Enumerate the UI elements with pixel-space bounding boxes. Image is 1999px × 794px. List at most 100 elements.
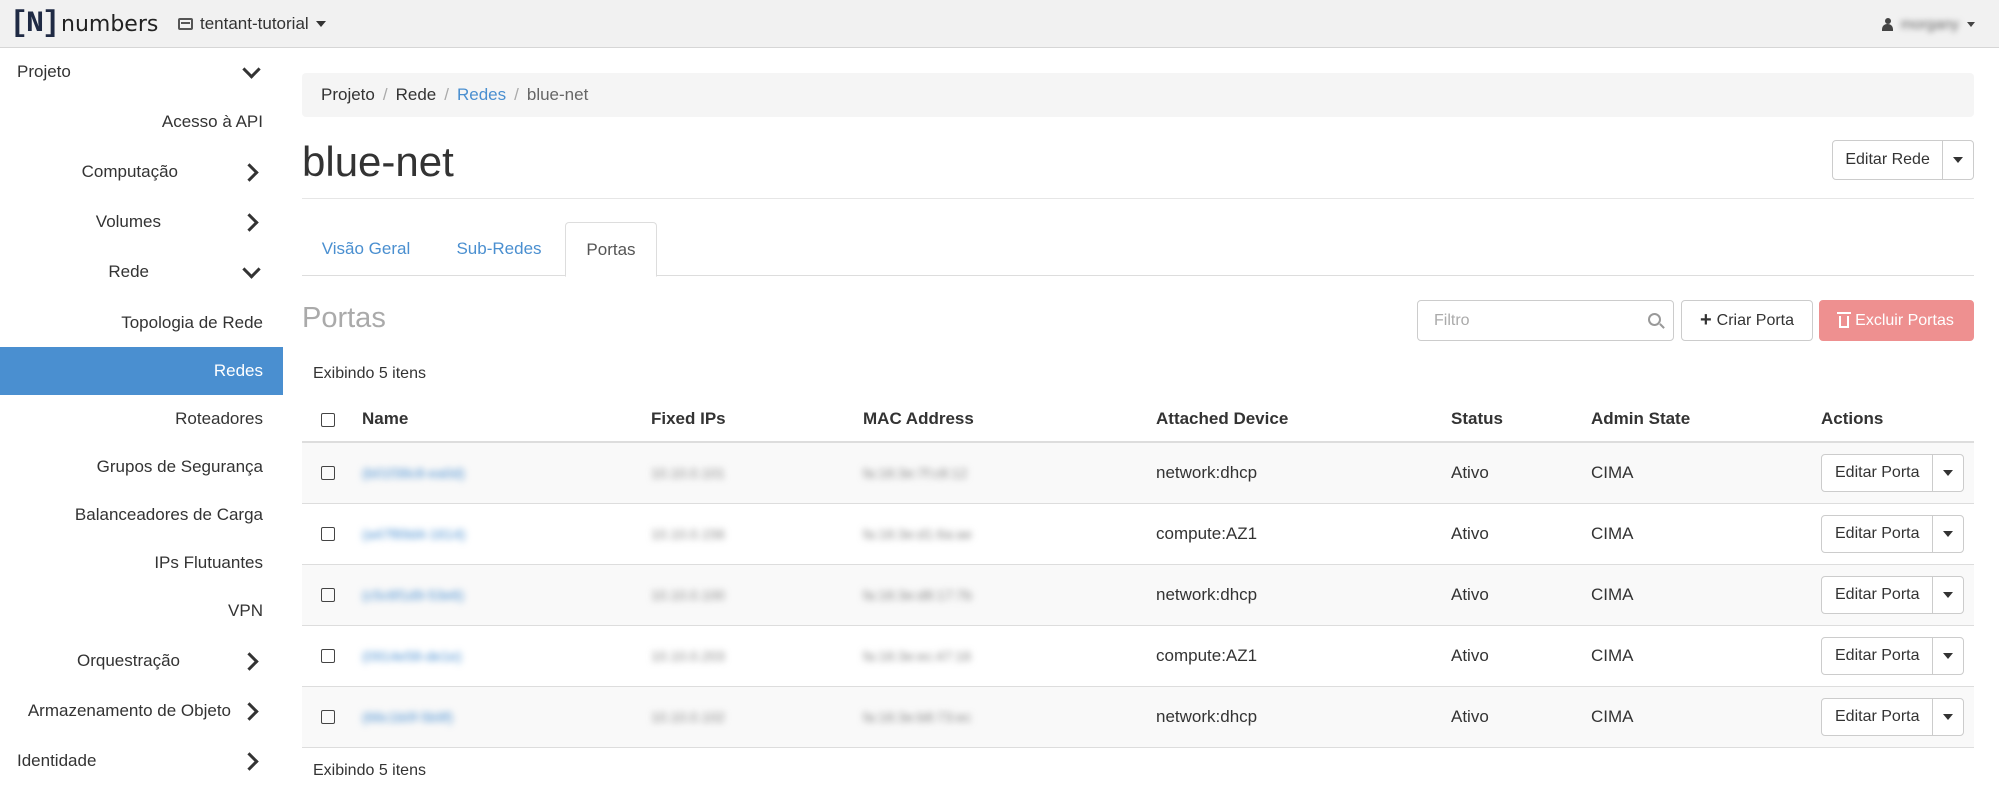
row-checkbox[interactable] (321, 527, 335, 542)
port-name-link[interactable]: (b01f38c8-ea0d) (362, 465, 465, 481)
caret-down-icon (1943, 469, 1954, 476)
column-header-device[interactable]: Attached Device (1156, 397, 1451, 443)
status: Ativo (1451, 503, 1591, 565)
row-actions-dropdown-toggle[interactable] (1933, 638, 1963, 674)
sidebar-item-rede[interactable]: Rede (0, 248, 283, 296)
delete-ports-button[interactable]: Excluir Portas (1819, 300, 1974, 341)
mac-address: fa:16:3e:7f:c8:12 (863, 464, 968, 481)
admin-state: CIMA (1591, 442, 1821, 504)
column-header-mac[interactable]: MAC Address (863, 397, 1156, 443)
create-port-button[interactable]: + Criar Porta (1681, 300, 1813, 341)
item-count-footer: Exibindo 5 itens (313, 762, 426, 779)
column-header-actions: Actions (1821, 397, 1974, 443)
edit-port-button[interactable]: Editar Porta (1822, 698, 1934, 735)
sidebar-item-label: Grupos de Segurança (96, 457, 263, 476)
row-checkbox[interactable] (321, 710, 335, 725)
sidebar-item-projeto[interactable]: Projeto (0, 48, 283, 96)
breadcrumb-redes-link[interactable]: Redes (457, 85, 506, 105)
tab-bar: Visão Geral Sub-Redes Portas (302, 222, 1974, 277)
edit-port-button[interactable]: Editar Porta (1822, 576, 1934, 613)
port-name-link[interactable]: (a47f89d4-1614) (362, 526, 466, 542)
filter-box (1417, 300, 1674, 341)
brand-name: numbers (61, 11, 159, 37)
port-name-link[interactable]: (0914e58-de1e) (362, 648, 462, 664)
column-header-name[interactable]: Name (362, 397, 651, 443)
sidebar-item-orquestracao[interactable]: Orquestração (0, 637, 283, 685)
select-all-checkbox[interactable] (321, 412, 335, 427)
breadcrumb: Projeto / Rede / Redes / blue-net (302, 73, 1974, 117)
user-icon (1881, 17, 1893, 31)
edit-port-button[interactable]: Editar Porta (1822, 515, 1934, 552)
sidebar-item-floating-ips[interactable]: IPs Flutuantes (0, 539, 283, 587)
sidebar-item-label: Projeto (17, 62, 71, 81)
edit-port-button-group: Editar Porta (1821, 514, 1965, 553)
admin-state: CIMA (1591, 686, 1821, 748)
edit-network-dropdown-toggle[interactable] (1943, 141, 1973, 179)
table-header-row: Name Fixed IPs MAC Address Attached Devi… (302, 397, 1974, 443)
edit-port-button-group: Editar Porta (1821, 697, 1965, 736)
row-actions-dropdown-toggle[interactable] (1933, 577, 1963, 613)
sidebar-item-label: Orquestração (77, 651, 180, 670)
sidebar-item-vpn[interactable]: VPN (0, 587, 283, 635)
edit-port-button-group: Editar Porta (1821, 575, 1965, 614)
sidebar-item-roteadores[interactable]: Roteadores (0, 395, 283, 443)
edit-port-button[interactable]: Editar Porta (1822, 454, 1934, 491)
tab-ports[interactable]: Portas (565, 222, 657, 277)
tab-overview[interactable]: Visão Geral (302, 222, 430, 276)
mac-address: fa:16:3e:d8:17:7b (863, 586, 972, 603)
row-actions-dropdown-toggle[interactable] (1933, 455, 1963, 491)
item-count: Exibindo 5 itens (313, 365, 426, 382)
port-name-link[interactable]: (c5c6f1d9-53e6) (362, 587, 464, 603)
sidebar-item-identidade[interactable]: Identidade (0, 737, 283, 785)
chevron-right-icon (241, 701, 261, 721)
chevron-right-icon (241, 651, 261, 671)
sidebar-item-computacao[interactable]: Computação (0, 148, 283, 196)
sidebar-item-api-access[interactable]: Acesso à API (0, 98, 283, 146)
fixed-ip: 10.10.0.156 (651, 525, 725, 542)
caret-down-icon (1943, 713, 1954, 720)
sidebar-item-security-groups[interactable]: Grupos de Segurança (0, 443, 283, 491)
sidebar-item-volumes[interactable]: Volumes (0, 198, 283, 246)
user-name: morgany (1900, 15, 1959, 33)
sidebar-item-load-balancers[interactable]: Balanceadores de Carga (0, 491, 283, 539)
port-name-link[interactable]: (66c1b0f-5b9f) (362, 709, 453, 725)
caret-down-icon (1943, 591, 1954, 598)
sidebar-item-label: Acesso à API (161, 112, 263, 131)
search-icon[interactable] (1648, 313, 1661, 326)
breadcrumb-separator: / (444, 85, 449, 104)
caret-down-icon (1943, 652, 1954, 659)
table-row: (c5c6f1d9-53e6) 10.10.0.100 fa:16:3e:d8:… (302, 564, 1974, 626)
tab-subnets[interactable]: Sub-Redes (438, 222, 560, 276)
row-checkbox[interactable] (321, 649, 335, 664)
row-actions-dropdown-toggle[interactable] (1933, 699, 1963, 735)
project-icon (178, 18, 193, 30)
user-menu[interactable]: morgany (1881, 12, 1975, 36)
sidebar-item-label: Roteadores (175, 409, 263, 428)
column-header-admin-state[interactable]: Admin State (1591, 397, 1821, 443)
row-checkbox[interactable] (321, 466, 335, 481)
table-row: (a47f89d4-1614) 10.10.0.156 fa:16:3e:d1:… (302, 503, 1974, 565)
mac-address: fa:16:3e:ec:47:16 (863, 647, 972, 664)
breadcrumb-current: blue-net (526, 85, 589, 104)
column-header-status[interactable]: Status (1451, 397, 1591, 443)
edit-network-button[interactable]: Editar Rede (1833, 141, 1944, 179)
fixed-ip: 10.10.0.101 (651, 464, 725, 481)
breadcrumb-separator: / (514, 85, 519, 104)
sidebar-item-topologia[interactable]: Topologia de Rede (0, 299, 283, 347)
row-checkbox[interactable] (321, 588, 335, 603)
row-actions-dropdown-toggle[interactable] (1933, 516, 1963, 552)
edit-port-button[interactable]: Editar Porta (1822, 637, 1934, 674)
sidebar-item-redes[interactable]: Redes (0, 347, 283, 395)
sidebar-item-object-storage[interactable]: Armazenamento de Objeto (0, 687, 283, 735)
attached-device: network:dhcp (1156, 442, 1451, 504)
edit-port-button-group: Editar Porta (1821, 636, 1965, 675)
plus-icon: + (1699, 309, 1712, 331)
brand-logo[interactable]: [N] numbers (10, 6, 158, 42)
filter-input[interactable] (1418, 301, 1628, 340)
fixed-ip: 10.10.0.102 (651, 708, 725, 725)
attached-device: network:dhcp (1156, 564, 1451, 626)
column-header-fixed-ips[interactable]: Fixed IPs (651, 397, 863, 443)
table-row: (b01f38c8-ea0d) 10.10.0.101 fa:16:3e:7f:… (302, 442, 1974, 504)
project-switcher[interactable]: tentant-tutorial (178, 11, 326, 37)
sidebar-item-label: Computação (81, 162, 178, 181)
